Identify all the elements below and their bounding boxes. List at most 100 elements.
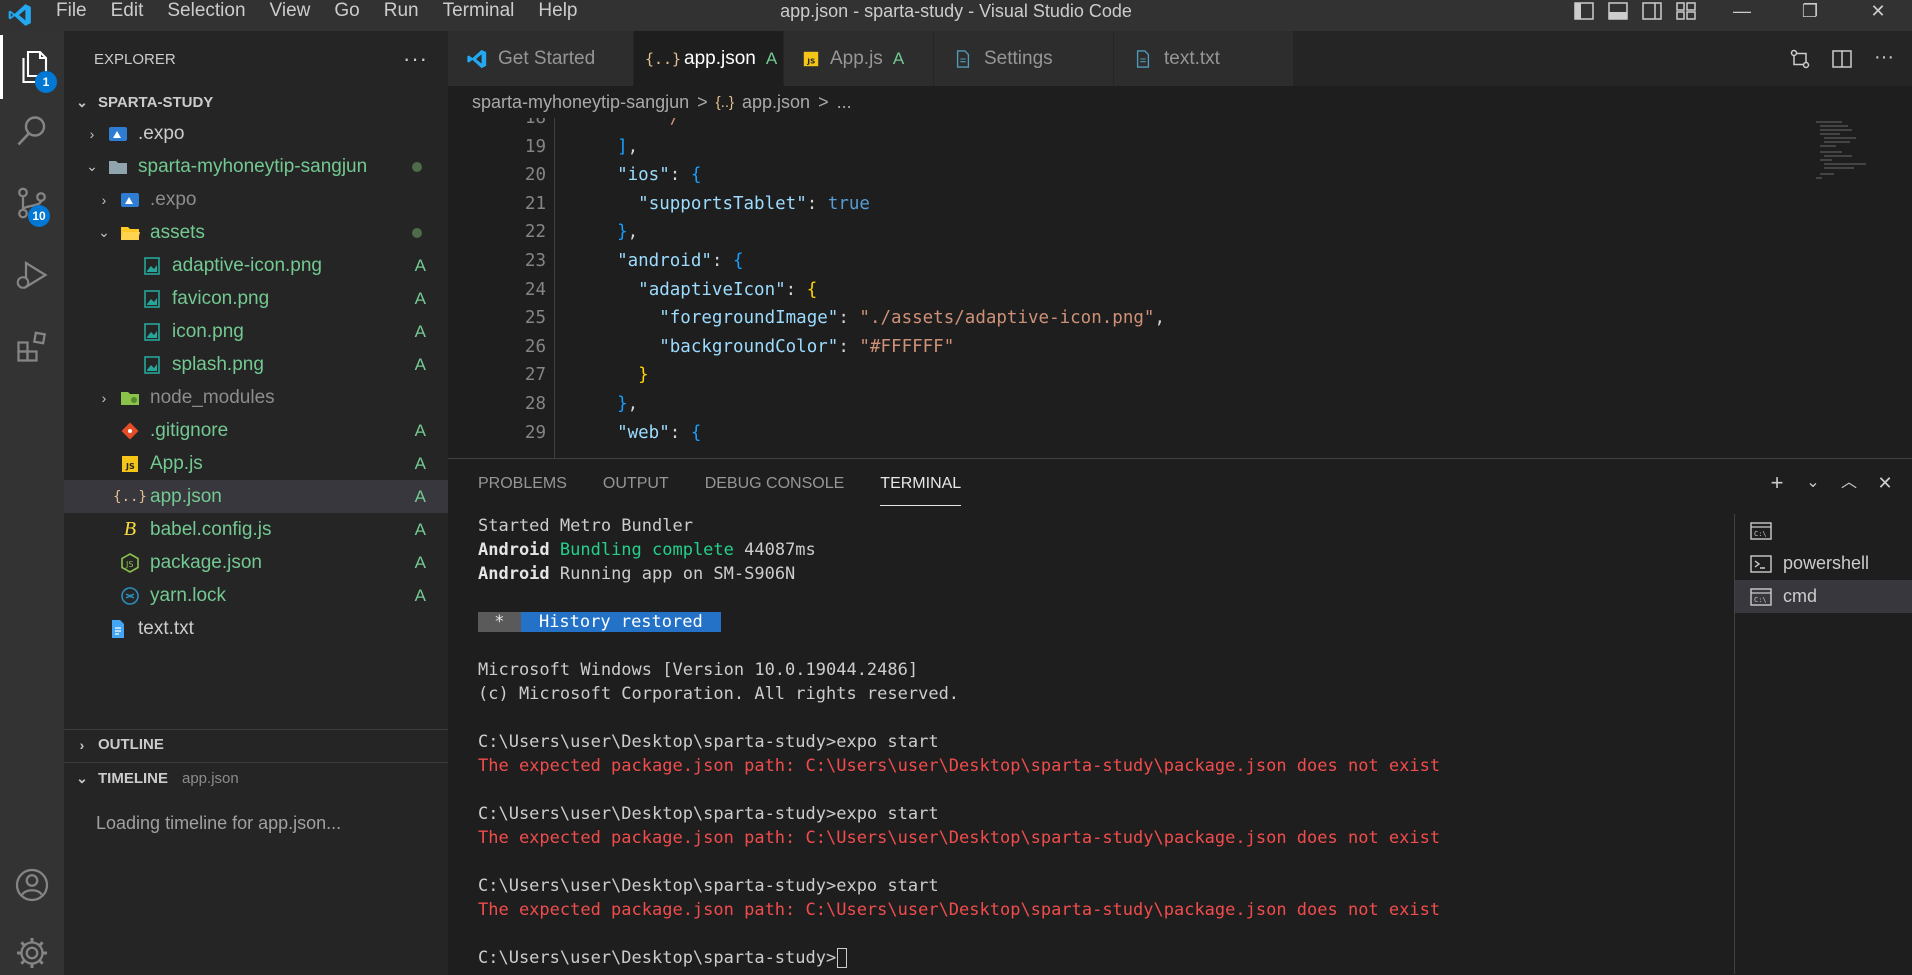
svg-text:JS: JS	[806, 56, 815, 65]
code-token: ,	[627, 394, 639, 414]
menu-view[interactable]: View	[258, 0, 323, 31]
explorer-activity[interactable]: 1	[0, 35, 64, 99]
explorer-title: EXPLORER	[94, 50, 176, 68]
tree-item-adaptive-icon-png[interactable]: adaptive-icon.png A	[64, 249, 448, 282]
panel-tab-output[interactable]: OUTPUT	[603, 459, 669, 509]
account-icon	[15, 868, 49, 902]
code-line: 28 },	[448, 390, 1748, 418]
restore-icon[interactable]: ❐	[1776, 0, 1844, 22]
menu-file[interactable]: File	[44, 0, 99, 31]
tree-item-label: text.txt	[138, 617, 194, 639]
code-editor[interactable]: 18 "**/*" 19 ], 20 "ios": {21 "supportsTab…	[448, 118, 1912, 458]
terminal-instance-powershell[interactable]: powershell	[1735, 547, 1912, 580]
git-icon	[120, 421, 140, 441]
new-terminal-icon[interactable]: +	[1766, 469, 1788, 497]
tree-item-gitignore[interactable]: .gitignore A	[64, 414, 448, 447]
terminal-dropdown-icon[interactable]: ⌄	[1802, 469, 1824, 497]
tree-item-icon-png[interactable]: icon.png A	[64, 315, 448, 348]
tree-item-yarn-lock[interactable]: yarn.lock A	[64, 579, 448, 612]
text-file-icon	[108, 619, 128, 639]
menu-help[interactable]: Help	[526, 0, 589, 31]
split-editor-icon[interactable]	[1830, 47, 1854, 71]
close-panel-icon[interactable]: ✕	[1874, 469, 1896, 497]
outline-section[interactable]: › OUTLINE	[64, 729, 448, 759]
editor-actions: ···	[1788, 47, 1896, 71]
git-status-badge: A	[414, 552, 426, 572]
source-control-activity[interactable]: 10	[0, 171, 64, 235]
toggle-primary-sidebar-icon[interactable]	[1572, 0, 1596, 22]
tree-item-app-json[interactable]: {..} app.json A	[64, 480, 448, 513]
breadcrumb: sparta-myhoneytip-sangjun > {..} app.jso…	[448, 86, 852, 118]
tab-label: Get Started	[498, 47, 596, 69]
git-status-badge: A	[414, 585, 426, 605]
cmd-icon: C:\	[1749, 587, 1773, 607]
tree-item-node-modules[interactable]: › node_modules	[64, 381, 448, 414]
open-changes-icon[interactable]	[1788, 47, 1812, 71]
tree-item-package-json[interactable]: JS package.json A	[64, 546, 448, 579]
tab-app-json[interactable]: {..}app.jsonA✕	[634, 31, 802, 86]
search-activity[interactable]	[0, 99, 64, 163]
tree-item-assets[interactable]: ⌄ assets	[64, 216, 448, 249]
minimap[interactable]	[1812, 118, 1872, 198]
git-status-badge: A	[765, 48, 778, 68]
code-token: }	[617, 394, 628, 414]
breadcrumb-folder[interactable]: sparta-myhoneytip-sangjun	[472, 92, 689, 113]
window-controls: — ❐ ✕	[1708, 0, 1912, 22]
tree-item-expo[interactable]: › .expo	[64, 183, 448, 216]
toggle-secondary-sidebar-icon[interactable]	[1640, 0, 1664, 22]
breadcrumb-file[interactable]: app.json	[742, 92, 810, 113]
timeline-header[interactable]: ⌄ TIMELINE app.json	[64, 763, 448, 793]
tree-item-app-js[interactable]: JS App.js A	[64, 447, 448, 480]
extensions-activity[interactable]	[0, 315, 64, 379]
menu-run[interactable]: Run	[372, 0, 431, 31]
menu-terminal[interactable]: Terminal	[431, 0, 527, 31]
tree-item-sparta-myhoneytip-sangjun[interactable]: ⌄ sparta-myhoneytip-sangjun	[64, 150, 448, 183]
terminal-line: C:\Users\user\Desktop\sparta-study>expo …	[478, 802, 1478, 826]
terminal-instance-unnamed[interactable]: C:\	[1735, 514, 1912, 547]
menu-selection[interactable]: Selection	[155, 0, 257, 31]
customize-layout-icon[interactable]	[1674, 0, 1698, 22]
more-actions-icon[interactable]: ···	[403, 46, 428, 72]
code-token: ,	[627, 136, 639, 157]
tree-item-expo[interactable]: › .expo	[64, 117, 448, 150]
tab-text-txt[interactable]: text.txt	[1114, 31, 1294, 86]
code-token: "foregroundImage"	[659, 308, 839, 329]
breadcrumb-symbols[interactable]: ...	[837, 92, 852, 113]
panel-tab-problems[interactable]: PROBLEMS	[478, 459, 567, 509]
run-debug-activity[interactable]	[0, 243, 64, 307]
panel-tab-terminal[interactable]: TERMINAL	[880, 459, 962, 506]
file-icon	[1132, 48, 1154, 70]
tab-label: App.js	[830, 47, 883, 69]
terminal-text: C:\Users\user\Desktop\sparta-study>expo …	[478, 732, 939, 752]
terminal-output[interactable]: Started Metro Bundler Android Bundling co…	[478, 514, 1478, 974]
tab-get-started[interactable]: Get Started	[448, 31, 634, 86]
code-token: "backgroundColor"	[659, 336, 839, 357]
code-token: {	[806, 279, 818, 300]
tab-settings[interactable]: Settings	[934, 31, 1114, 86]
toggle-panel-icon[interactable]	[1606, 0, 1630, 22]
close-window-icon[interactable]: ✕	[1844, 0, 1912, 22]
more-editor-actions-icon[interactable]: ···	[1872, 47, 1896, 71]
tree-item-splash-png[interactable]: splash.png A	[64, 348, 448, 381]
panel-tab-debug-console[interactable]: DEBUG CONSOLE	[705, 459, 845, 509]
svg-text:JS: JS	[125, 560, 133, 569]
code-token: "**/*"	[638, 118, 702, 128]
menu-go[interactable]: Go	[322, 0, 371, 31]
terminal-text: (c) Microsoft Corporation. All rights re…	[478, 684, 960, 704]
maximize-panel-icon[interactable]: ︿	[1838, 469, 1860, 497]
minimize-icon[interactable]: —	[1708, 0, 1776, 22]
folder-icon	[108, 157, 128, 177]
manage-activity[interactable]	[0, 921, 64, 975]
line-number: 23	[524, 251, 546, 271]
tree-item-babel-config-js[interactable]: Bbabel.config.js A	[64, 513, 448, 546]
terminal-instance-cmd[interactable]: C:\ cmd	[1735, 580, 1912, 613]
menu-edit[interactable]: Edit	[99, 0, 156, 31]
workspace-section[interactable]: ⌄ SPARTA-STUDY	[64, 87, 448, 117]
tree-item-favicon-png[interactable]: favicon.png A	[64, 282, 448, 315]
tree-item-text-txt[interactable]: text.txt	[64, 612, 448, 645]
terminal-cursor	[837, 948, 848, 968]
line-number: 18	[524, 118, 546, 128]
accounts-activity[interactable]	[0, 853, 64, 917]
tab-app-js[interactable]: JS App.js A	[784, 31, 934, 86]
code-token: ,	[627, 222, 639, 243]
